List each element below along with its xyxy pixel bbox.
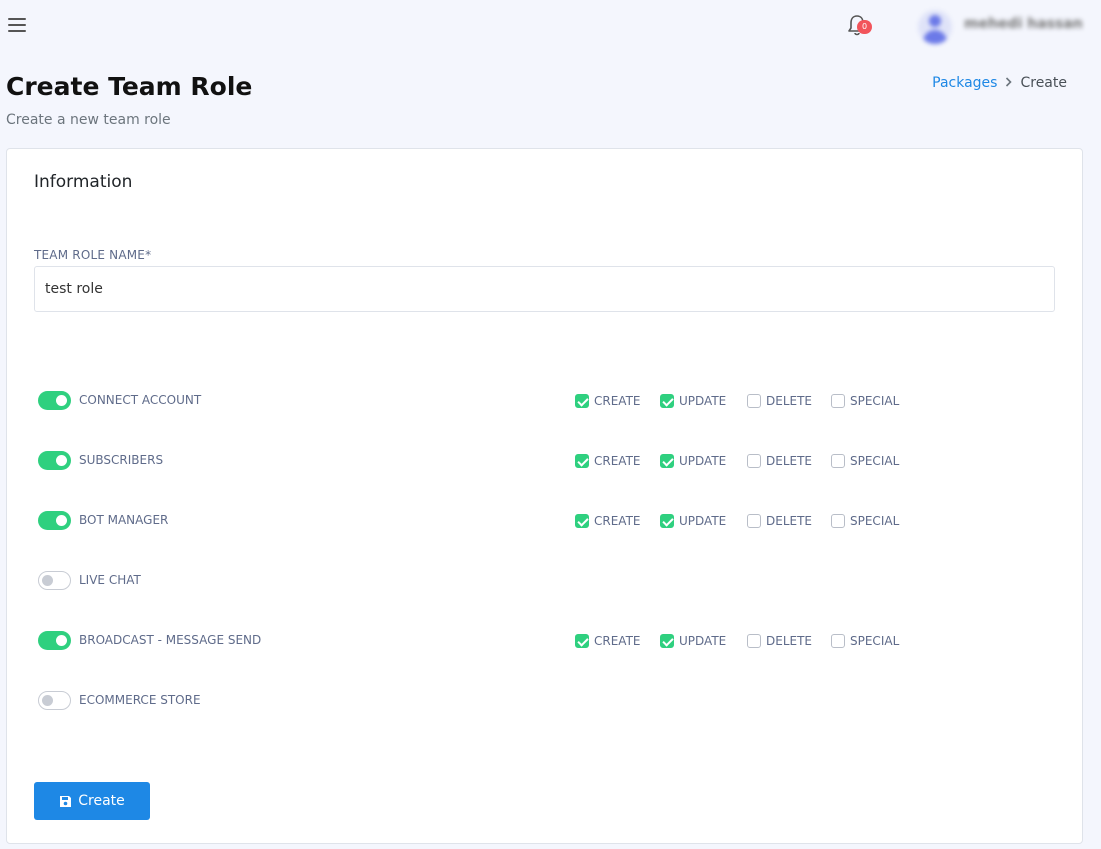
information-card: Information TEAM ROLE NAME* CONNECT ACCO… xyxy=(6,148,1083,844)
delete-checkbox-label: DELETE xyxy=(766,394,813,408)
permission-row: CONNECT ACCOUNT CREATE UPDATE DELETE SPECIAL xyxy=(7,389,1084,413)
checkbox-box[interactable] xyxy=(575,394,589,408)
checkbox-box[interactable] xyxy=(831,454,845,468)
checkbox-box[interactable] xyxy=(660,394,674,408)
delete-checkbox-label: DELETE xyxy=(766,514,813,528)
create-checkbox-label: CREATE xyxy=(594,634,641,648)
breadcrumb-packages-link[interactable]: Packages xyxy=(932,75,997,91)
create-checkbox[interactable]: CREATE xyxy=(575,453,641,469)
save-icon xyxy=(59,795,72,808)
special-checkbox-label: SPECIAL xyxy=(850,634,900,648)
update-checkbox[interactable]: UPDATE xyxy=(660,513,726,529)
breadcrumb-current: Create xyxy=(1020,75,1067,91)
permission-label: LIVE CHAT xyxy=(79,573,141,587)
permission-label: CONNECT ACCOUNT xyxy=(79,393,202,407)
special-checkbox[interactable]: SPECIAL xyxy=(831,393,899,409)
create-checkbox[interactable]: CREATE xyxy=(575,633,641,649)
update-checkbox-label: UPDATE xyxy=(679,394,727,408)
permission-toggle[interactable] xyxy=(38,691,71,710)
checkbox-box[interactable] xyxy=(660,454,674,468)
create-checkbox[interactable]: CREATE xyxy=(575,513,641,529)
checkbox-box[interactable] xyxy=(575,634,589,648)
page-subtitle: Create a new team role xyxy=(6,112,171,128)
avatar[interactable] xyxy=(918,10,952,44)
special-checkbox-label: SPECIAL xyxy=(850,394,900,408)
notification-badge: 0 xyxy=(857,20,872,34)
checkbox-box[interactable] xyxy=(575,514,589,528)
update-checkbox[interactable]: UPDATE xyxy=(660,393,726,409)
update-checkbox-label: UPDATE xyxy=(679,454,727,468)
create-button[interactable]: Create xyxy=(34,782,150,820)
checkbox-box[interactable] xyxy=(831,394,845,408)
create-checkbox-label: CREATE xyxy=(594,454,641,468)
checkbox-box[interactable] xyxy=(831,514,845,528)
permission-label: BOT MANAGER xyxy=(79,513,169,527)
chevron-right-icon xyxy=(1005,76,1013,91)
special-checkbox[interactable]: SPECIAL xyxy=(831,453,899,469)
team-role-name-label: TEAM ROLE NAME* xyxy=(34,248,152,262)
special-checkbox[interactable]: SPECIAL xyxy=(831,633,899,649)
create-checkbox[interactable]: CREATE xyxy=(575,393,641,409)
menu-icon[interactable] xyxy=(8,18,26,34)
create-checkbox-label: CREATE xyxy=(594,394,641,408)
top-navbar: 0 mehedi hassan xyxy=(0,0,1101,54)
delete-checkbox[interactable]: DELETE xyxy=(747,513,812,529)
update-checkbox[interactable]: UPDATE xyxy=(660,453,726,469)
permission-row: LIVE CHAT xyxy=(7,569,1084,593)
team-role-name-input[interactable] xyxy=(34,266,1055,312)
delete-checkbox[interactable]: DELETE xyxy=(747,393,812,409)
checkbox-box[interactable] xyxy=(660,514,674,528)
permission-row: ECOMMERCE STORE xyxy=(7,689,1084,713)
checkbox-box[interactable] xyxy=(575,454,589,468)
checkbox-box[interactable] xyxy=(747,514,761,528)
delete-checkbox[interactable]: DELETE xyxy=(747,633,812,649)
permission-toggle[interactable] xyxy=(38,571,71,590)
update-checkbox[interactable]: UPDATE xyxy=(660,633,726,649)
update-checkbox-label: UPDATE xyxy=(679,634,727,648)
permission-row: BOT MANAGER CREATE UPDATE DELETE SPECIAL xyxy=(7,509,1084,533)
create-checkbox-label: CREATE xyxy=(594,514,641,528)
update-checkbox-label: UPDATE xyxy=(679,514,727,528)
checkbox-box[interactable] xyxy=(747,454,761,468)
checkbox-box[interactable] xyxy=(660,634,674,648)
permission-row: SUBSCRIBERS CREATE UPDATE DELETE SPECIAL xyxy=(7,449,1084,473)
special-checkbox-label: SPECIAL xyxy=(850,514,900,528)
permission-row: BROADCAST - MESSAGE SEND CREATE UPDATE DELE… xyxy=(7,629,1084,653)
page-title: Create Team Role xyxy=(6,72,253,101)
permission-label: BROADCAST - MESSAGE SEND xyxy=(79,633,262,647)
delete-checkbox-label: DELETE xyxy=(766,634,813,648)
checkbox-box[interactable] xyxy=(831,634,845,648)
permission-toggle[interactable] xyxy=(38,511,71,530)
special-checkbox-label: SPECIAL xyxy=(850,454,900,468)
card-title: Information xyxy=(34,172,133,192)
delete-checkbox[interactable]: DELETE xyxy=(747,453,812,469)
delete-checkbox-label: DELETE xyxy=(766,454,813,468)
permission-label: SUBSCRIBERS xyxy=(79,453,164,467)
special-checkbox[interactable]: SPECIAL xyxy=(831,513,899,529)
permission-toggle[interactable] xyxy=(38,391,71,410)
permission-label: ECOMMERCE STORE xyxy=(79,693,201,707)
checkbox-box[interactable] xyxy=(747,394,761,408)
permission-toggle[interactable] xyxy=(38,631,71,650)
checkbox-box[interactable] xyxy=(747,634,761,648)
create-button-label: Create xyxy=(78,793,125,809)
permission-toggle[interactable] xyxy=(38,451,71,470)
breadcrumb: Packages Create xyxy=(932,75,1067,91)
user-name[interactable]: mehedi hassan xyxy=(964,16,1083,32)
